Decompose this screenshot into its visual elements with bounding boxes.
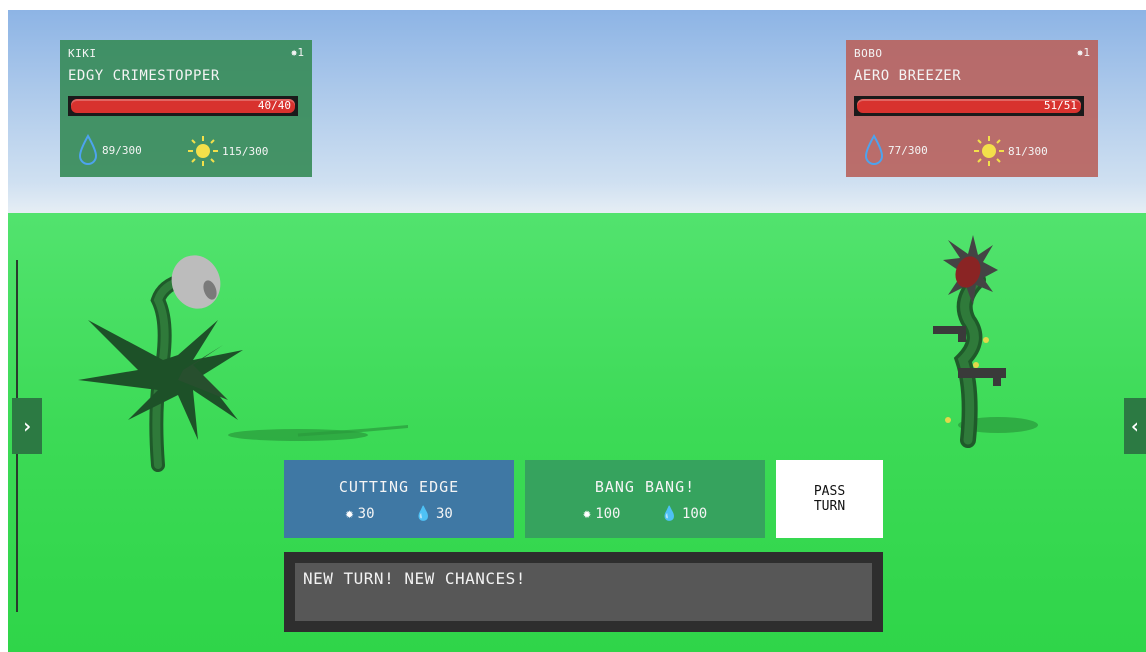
next-arrow-button[interactable]: ‹ <box>1124 398 1146 454</box>
player-level: ✸1 <box>290 46 304 59</box>
sun-icon: ✹ <box>582 506 592 522</box>
action-label: CUTTING EDGE <box>338 478 460 496</box>
enemy-plant-name: AERO BREEZER <box>854 68 962 84</box>
enemy-level: ✸1 <box>1076 46 1090 59</box>
water-cost: 💧 30 <box>414 506 453 522</box>
enemy-hp-bar: 51/51 <box>854 96 1084 116</box>
chevron-left-icon: ‹ <box>1128 414 1142 438</box>
enemy-plant <box>933 235 1038 448</box>
chevron-right-icon: › <box>20 414 34 438</box>
player-plant-name: EDGY CRIMESTOPPER <box>68 68 220 84</box>
player-sun: 115/300 <box>186 134 268 168</box>
pass-label-line1: PASS <box>813 484 846 499</box>
player-plant <box>78 255 408 472</box>
enemy-hp-text: 51/51 <box>1043 99 1077 112</box>
action-label: BANG BANG! <box>594 478 696 496</box>
water-drop-icon <box>78 134 98 165</box>
water-drop-icon <box>864 134 884 165</box>
pass-label-line2: TURN <box>813 499 846 514</box>
sun-cost: ✹ 30 <box>345 506 375 522</box>
player-hp-bar: 40/40 <box>68 96 298 116</box>
pass-turn-button[interactable]: PASS TURN <box>776 460 883 538</box>
enemy-stat-card: BOBO ✸1 AERO BREEZER 51/51 77/300 81/300 <box>846 40 1098 177</box>
sun-icon: ✹ <box>345 506 354 522</box>
message-log: NEW TURN! NEW CHANCES! <box>284 552 883 632</box>
sun-cost: ✹ 100 <box>582 506 621 522</box>
enemy-sun: 81/300 <box>972 134 1048 168</box>
water-drop-icon: 💧 <box>660 506 678 522</box>
water-cost: 💧 100 <box>660 506 708 522</box>
previous-arrow-button[interactable]: › <box>12 398 42 454</box>
player-name: KIKI <box>68 47 97 60</box>
enemy-name: BOBO <box>854 47 883 60</box>
enemy-water: 77/300 <box>862 134 928 166</box>
action-costs: ✹ 30 💧 30 <box>284 506 514 522</box>
log-message: NEW TURN! NEW CHANCES! <box>295 563 872 621</box>
sun-icon <box>188 136 218 166</box>
sun-icon <box>974 136 1004 166</box>
action-costs: ✹ 100 💧 100 <box>525 506 765 522</box>
player-stat-card: KIKI ✸1 EDGY CRIMESTOPPER 40/40 89/300 1… <box>60 40 312 177</box>
player-hp-text: 40/40 <box>257 99 291 112</box>
cutting-edge-button[interactable]: CUTTING EDGE ✹ 30 💧 30 <box>284 460 514 538</box>
water-drop-icon: 💧 <box>414 506 432 522</box>
bang-bang-button[interactable]: BANG BANG! ✹ 100 💧 100 <box>525 460 765 538</box>
player-water: 89/300 <box>76 134 142 166</box>
